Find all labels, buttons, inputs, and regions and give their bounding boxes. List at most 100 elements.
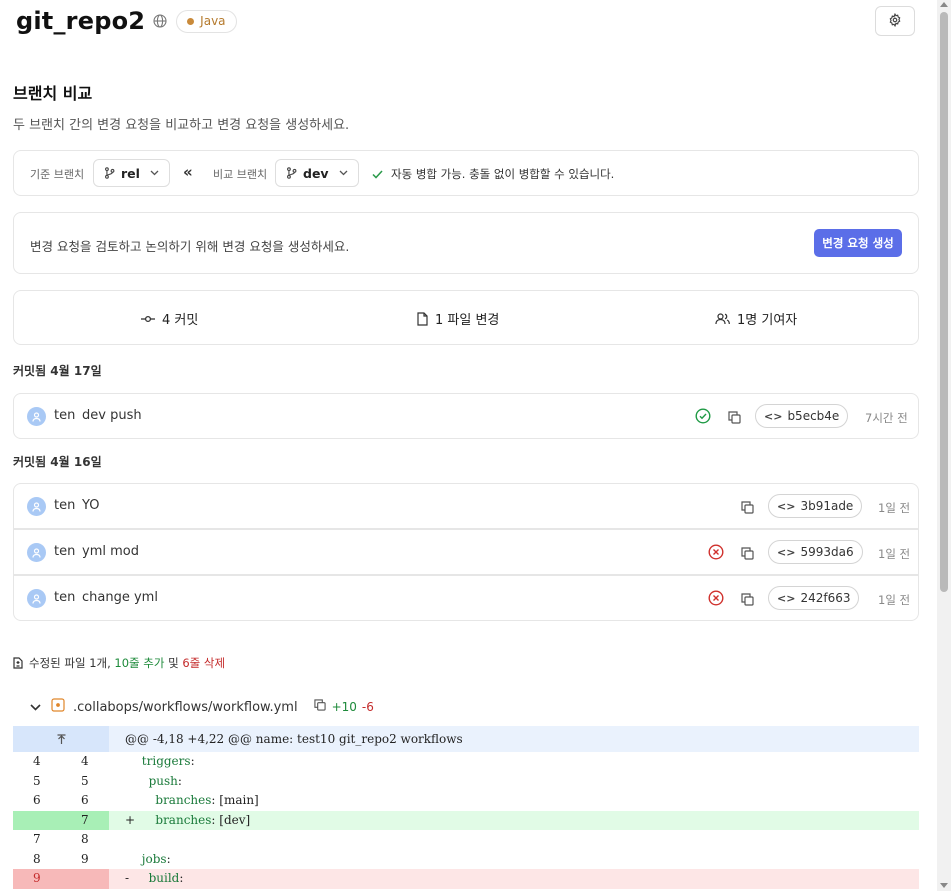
files-summary-prefix: 수정된 파일 1개, (29, 656, 111, 670)
commit-author[interactable]: ten (54, 408, 75, 423)
old-line-number[interactable]: 6 (13, 791, 61, 811)
page-title: 브랜치 비교 (13, 84, 93, 103)
language-badge: Java (176, 9, 237, 33)
commit-row[interactable]: ten YO <> 3b91ade 1일 전 (13, 483, 919, 529)
contributors-tab[interactable]: 1명 기여자 (715, 309, 797, 328)
commit-author[interactable]: ten (54, 498, 75, 513)
commit-sha-badge[interactable]: <> 5993da6 (768, 540, 863, 564)
commit-message[interactable]: change yml (82, 590, 158, 605)
commit-time: 1일 전 (878, 501, 911, 515)
new-line-number[interactable]: 9 (61, 850, 109, 870)
commit-time: 1일 전 (878, 593, 911, 607)
copy-icon[interactable] (741, 545, 754, 564)
old-line-number[interactable] (13, 810, 61, 830)
x-circle-icon[interactable] (708, 544, 724, 560)
settings-button[interactable] (875, 6, 915, 36)
code-icon: <> (777, 545, 796, 559)
chevron-down-icon[interactable] (30, 700, 41, 715)
yaml-rest: : (177, 773, 182, 788)
copy-icon[interactable] (741, 591, 754, 610)
yaml-rest: : [main] (211, 793, 259, 807)
scroll-up-arrow-icon[interactable] (940, 2, 948, 7)
copy-icon[interactable] (728, 409, 741, 428)
page-scrollbar[interactable] (937, 0, 951, 891)
commit-row[interactable]: ten yml mod <> 5993da6 1일 전 (13, 529, 919, 575)
scroll-thumb[interactable] (940, 12, 948, 592)
commit-author[interactable]: ten (54, 590, 75, 605)
globe-icon (153, 14, 167, 28)
expand-up-icon[interactable] (13, 726, 109, 752)
yaml-rest: : (166, 851, 171, 866)
files-tab[interactable]: 1 파일 변경 (417, 309, 499, 328)
users-icon (715, 312, 730, 324)
new-line-number[interactable]: 8 (61, 830, 109, 850)
commit-date-heading: 커밋됨 4월 16일 (13, 455, 102, 469)
yaml-rest: : [dev] (211, 812, 251, 827)
yaml-key: triggers (141, 754, 191, 768)
base-branch-select[interactable]: rel (93, 159, 170, 187)
commit-time: 7시간 전 (865, 411, 908, 425)
commit-message[interactable]: YO (82, 498, 99, 513)
commit-sha-badge[interactable]: <> 242f663 (768, 586, 860, 610)
diff-sign: - (125, 871, 130, 885)
old-line-number[interactable]: 5 (13, 772, 61, 792)
commit-time: 1일 전 (878, 547, 911, 561)
merge-status-text: 자동 병합 가능. 충돌 없이 병합할 수 있습니다. (391, 167, 615, 181)
yaml-rest: : (179, 871, 184, 885)
new-line-number[interactable] (61, 869, 109, 889)
old-line-number[interactable]: 9 (13, 869, 61, 889)
copy-icon[interactable] (313, 699, 326, 715)
x-circle-icon[interactable] (708, 590, 724, 606)
branch-icon (104, 167, 115, 179)
repo-title[interactable]: git_repo2 (16, 7, 145, 35)
commit-sha: 5993da6 (800, 545, 854, 559)
commit-sha: b5ecb4e (787, 409, 840, 423)
copy-icon[interactable] (741, 499, 754, 518)
lines-removed: 6줄 삭제 (182, 656, 226, 670)
diff-sign: + (125, 812, 136, 827)
compare-branch-select[interactable]: dev (275, 159, 359, 187)
commits-tab[interactable]: 4 커밋 (141, 309, 198, 328)
compare-branch-value: dev (303, 165, 329, 181)
commit-sha-badge[interactable]: <> 3b91ade (768, 494, 863, 518)
commit-message[interactable]: dev push (82, 408, 142, 423)
commit-message[interactable]: yml mod (82, 544, 139, 559)
branch-compare-bar: 기준 브랜치 rel « 비교 브랜치 dev 자동 병합 가능. 충돌 없이 … (13, 150, 919, 196)
yaml-key: jobs (141, 851, 167, 866)
diff-line-code: push: (125, 772, 182, 792)
commit-date-heading: 커밋됨 4월 17일 (13, 364, 102, 378)
check-circle-icon[interactable] (695, 408, 711, 424)
compare-stats: 4 커밋 1 파일 변경 1명 기여자 (13, 290, 919, 345)
avatar (27, 407, 46, 426)
diff-view: @@ -4,18 +4,22 @@ name: test10 git_repo2… (13, 726, 919, 889)
old-line-number[interactable]: 8 (13, 850, 61, 870)
old-line-number[interactable]: 7 (13, 830, 61, 850)
yaml-key: branches (155, 793, 212, 807)
new-line-number[interactable]: 4 (61, 752, 109, 772)
diff-line-code: + branches: [dev] (125, 811, 250, 831)
files-count: 1 파일 변경 (435, 313, 500, 328)
chevron-down-icon (150, 170, 159, 176)
create-pr-button[interactable]: 변경 요청 생성 (814, 229, 902, 257)
commit-author[interactable]: ten (54, 544, 75, 559)
language-label: Java (200, 14, 226, 28)
commit-row[interactable]: ten change yml <> 242f663 1일 전 (13, 575, 919, 621)
diff-line-code: branches: [main] (125, 791, 259, 811)
new-line-number[interactable]: 5 (61, 772, 109, 792)
chevron-down-icon (339, 170, 348, 176)
diff-hunk-header: @@ -4,18 +4,22 @@ name: test10 git_repo2… (13, 726, 919, 752)
commit-row[interactable]: ten dev push <> b5ecb4e 7시간 전 (13, 393, 919, 439)
diff-file-path[interactable]: .collabops/workflows/workflow.yml (73, 700, 298, 715)
file-modified-icon (51, 698, 65, 716)
file-lines-added: +10 (331, 700, 357, 714)
new-line-number[interactable]: 6 (61, 791, 109, 811)
scroll-down-arrow-icon[interactable] (940, 883, 948, 888)
old-line-number[interactable]: 4 (13, 752, 61, 772)
gear-icon (888, 12, 902, 31)
new-line-number[interactable]: 7 (61, 810, 109, 830)
files-changed-summary: 수정된 파일 1개, 10줄 추가 및 6줄 삭제 (13, 655, 225, 671)
commit-sha-badge[interactable]: <> b5ecb4e (755, 404, 849, 428)
contributors-count: 1명 기여자 (737, 313, 798, 328)
diff-line-code: jobs: (125, 850, 171, 870)
code-icon: <> (777, 499, 796, 513)
